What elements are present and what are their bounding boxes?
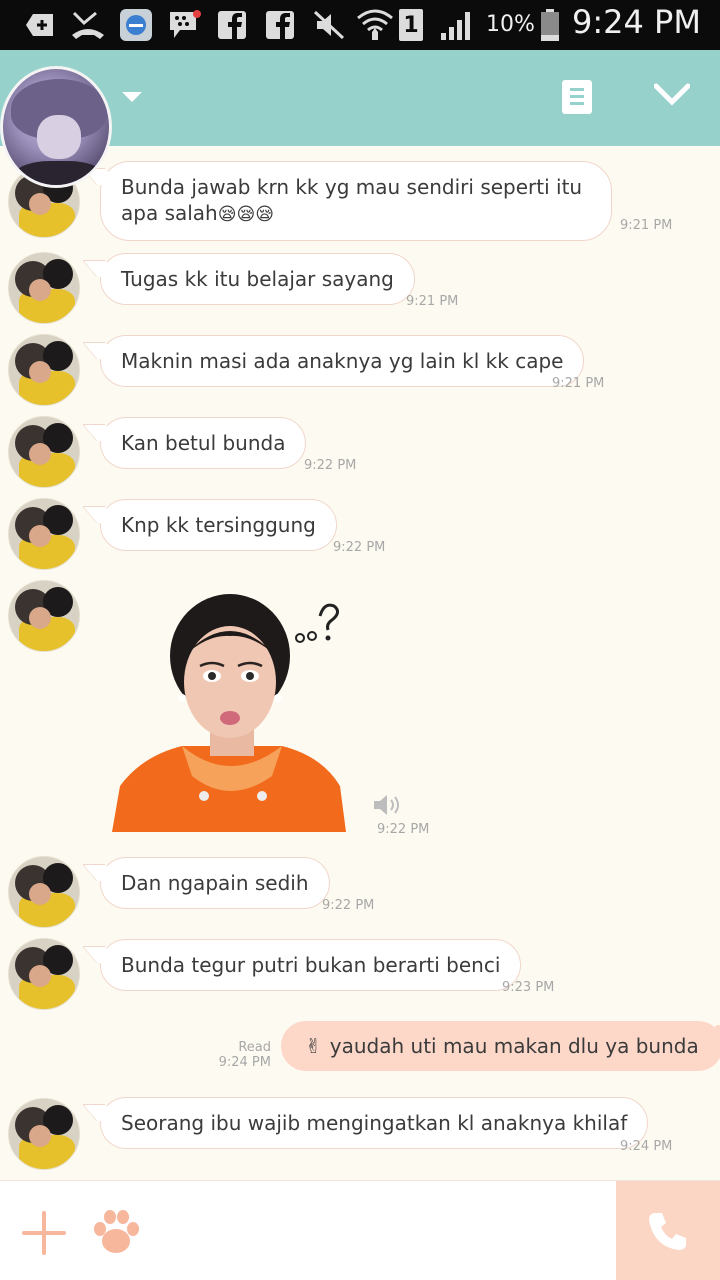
facebook-icon — [264, 8, 296, 42]
facebook-icon — [216, 8, 248, 42]
message-bubble[interactable]: Bunda jawab krn kk yg mau sendiri sepert… — [100, 161, 612, 241]
message-bubble[interactable]: Kan betul bunda — [100, 417, 307, 469]
message-time: 9:21 PM — [406, 294, 459, 309]
peace-hand-emoji-icon: ✌ — [305, 1034, 322, 1058]
message-time: 9:22 PM — [377, 822, 430, 837]
message-bubble[interactable]: Tugas kk itu belajar sayang — [100, 253, 415, 305]
message-text: Bunda tegur putri bukan berarti benci — [121, 953, 501, 977]
message-text: Seorang ibu wajib mengingatkan kl anakny… — [121, 1111, 628, 1135]
sender-avatar[interactable] — [8, 580, 80, 652]
sender-avatar[interactable] — [8, 1098, 80, 1170]
battery-icon — [538, 8, 562, 42]
profile-avatar[interactable] — [0, 66, 112, 188]
paw-icon[interactable] — [90, 1207, 142, 1257]
sender-avatar[interactable] — [8, 856, 80, 928]
add-box-icon — [24, 8, 56, 42]
status-bar: 1 10% 9:24 PM — [0, 0, 720, 50]
battery-percent: 10% — [486, 12, 535, 37]
message-time: 9:24 PM — [620, 1139, 673, 1154]
message-time: 9:23 PM — [502, 980, 555, 995]
message-time: 9:22 PM — [333, 540, 386, 555]
message-text: Maknin masi ada anaknya yg lain kl kk ca… — [121, 349, 564, 373]
message-time: 9:24 PM — [218, 1055, 271, 1070]
message-bubble[interactable]: Bunda tegur putri bukan berarti benci — [100, 939, 522, 991]
sticker-image[interactable] — [112, 586, 352, 832]
dropdown-caret-icon[interactable] — [122, 92, 142, 102]
sender-avatar[interactable] — [8, 938, 80, 1010]
speaker-icon[interactable] — [372, 794, 402, 816]
chat-messages: Bunda jawab krn kk yg mau sendiri sepert… — [0, 146, 720, 1180]
message-bubble[interactable]: Dan ngapain sedih — [100, 857, 330, 909]
message-text: Dan ngapain sedih — [121, 871, 309, 895]
chevron-down-icon[interactable] — [653, 76, 691, 112]
message-time: 9:21 PM — [620, 218, 673, 233]
plus-icon[interactable] — [22, 1211, 66, 1255]
call-button[interactable] — [616, 1181, 720, 1280]
message-bubble[interactable]: Maknin masi ada anaknya yg lain kl kk ca… — [100, 335, 585, 387]
sender-avatar[interactable] — [8, 252, 80, 324]
message-text: Bunda jawab krn kk yg mau sendiri sepert… — [121, 175, 583, 225]
message-input[interactable] — [160, 1199, 600, 1263]
signal-icon — [438, 8, 474, 42]
missed-call-icon — [70, 8, 106, 42]
message-bubble[interactable]: Seorang ibu wajib mengingatkan kl anakny… — [100, 1097, 649, 1149]
message-time: 9:21 PM — [552, 376, 605, 391]
sender-avatar[interactable] — [8, 334, 80, 406]
app-icon — [118, 8, 154, 42]
read-label: Read — [238, 1040, 271, 1055]
sender-avatar[interactable] — [8, 498, 80, 570]
sim-slot-icon: 1 — [398, 8, 424, 42]
bbm-icon — [168, 8, 202, 42]
message-time: 9:22 PM — [304, 458, 357, 473]
sent-message-bubble[interactable]: ✌ yaudah uti mau makan dlu ya bunda — [281, 1021, 720, 1071]
message-time: 9:22 PM — [322, 898, 375, 913]
read-receipt: Read 9:24 PM — [191, 1040, 271, 1070]
clock: 9:24 PM — [572, 3, 701, 41]
wifi-icon — [356, 8, 394, 42]
message-input-bar — [0, 1180, 720, 1280]
sender-avatar[interactable] — [8, 416, 80, 488]
phone-icon — [649, 1213, 686, 1250]
emoji-sleepy-icon: 😪😪😪 — [217, 204, 275, 225]
message-text: yaudah uti mau makan dlu ya bunda — [329, 1034, 699, 1058]
sim-slot-label: 1 — [403, 12, 419, 38]
mute-icon — [312, 8, 346, 42]
message-bubble[interactable]: Knp kk tersinggung — [100, 499, 337, 551]
notes-icon[interactable] — [562, 80, 592, 114]
message-text: Tugas kk itu belajar sayang — [121, 267, 394, 291]
message-text: Knp kk tersinggung — [121, 513, 316, 537]
message-text: Kan betul bunda — [121, 431, 286, 455]
